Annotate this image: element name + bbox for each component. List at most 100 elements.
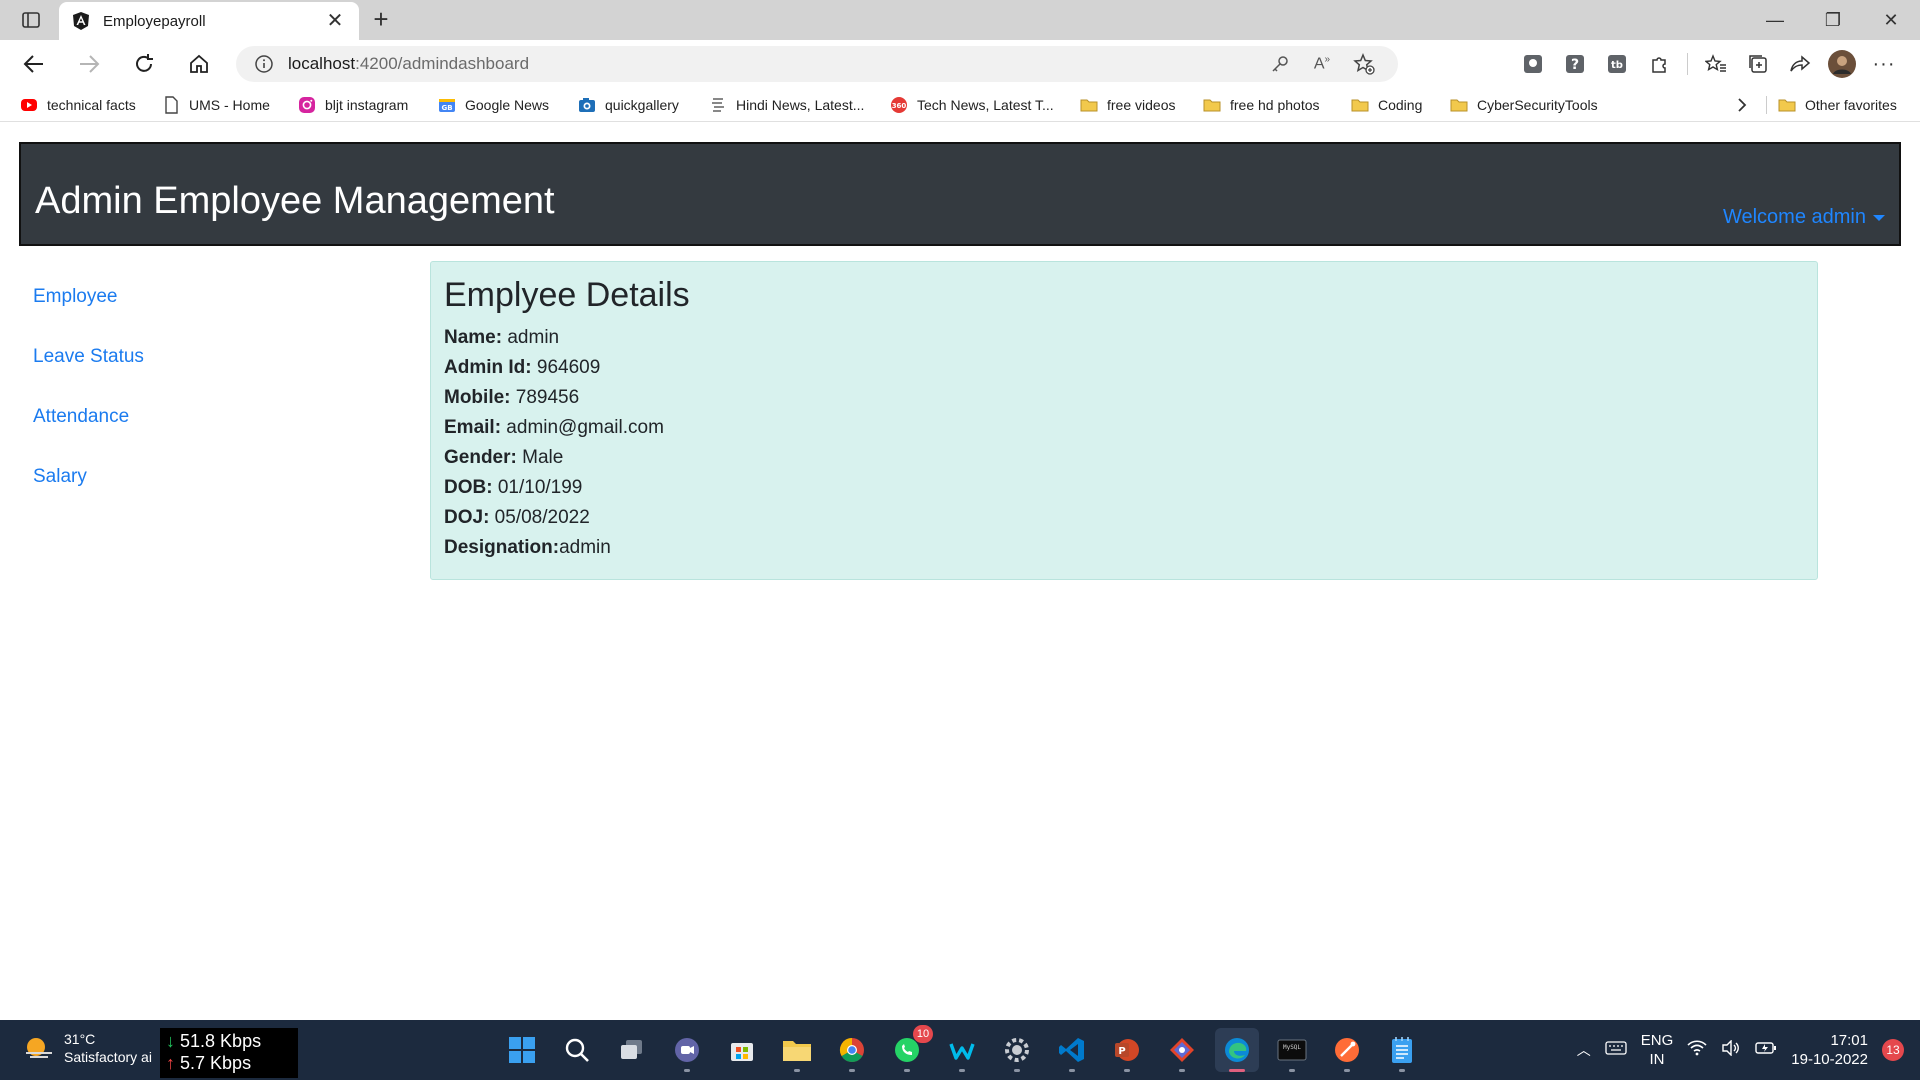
favorites-icon[interactable] [1698,49,1734,79]
language-indicator[interactable]: ENG IN [1641,1031,1674,1069]
sidebar-item-salary[interactable]: Salary [33,465,144,525]
sidebar-item-leave-status[interactable]: Leave Status [33,345,144,405]
bookmark-label: Google News [465,97,550,113]
sidebar-item-attendance[interactable]: Attendance [33,405,144,465]
refresh-icon[interactable] [128,49,160,79]
bookmark-tech-news[interactable]: 360 Tech News, Latest T... [890,94,1054,116]
extension-1-icon[interactable] [1515,49,1551,79]
chevron-up-icon[interactable]: ︿ [1577,1040,1591,1060]
bookmark-coding[interactable]: Coding [1351,94,1422,116]
bookmark-bljt-instagram[interactable]: bljt instagram [298,94,408,116]
terminal-icon[interactable]: MySQL [1270,1028,1314,1072]
tab-actions-icon[interactable] [14,8,48,32]
notepad-icon[interactable] [1380,1028,1424,1072]
add-favorite-icon[interactable] [1346,49,1382,79]
task-view-icon[interactable] [610,1028,654,1072]
detail-label: Gender: [444,447,517,468]
teams-chat-icon[interactable] [665,1028,709,1072]
bookmark-free-videos[interactable]: free videos [1080,94,1175,116]
minimize-icon[interactable]: — [1746,0,1804,40]
extension-tb-icon[interactable]: tb [1599,49,1635,79]
url-text[interactable]: localhost:4200/admindashboard [288,54,529,74]
powerpoint-icon[interactable]: P [1105,1028,1149,1072]
network-speed-meter: ↓ 51.8 Kbps ↑ 5.7 Kbps [160,1028,298,1078]
svg-text:tb: tb [1611,60,1623,71]
running-indicator [1014,1069,1020,1072]
whatsapp-icon[interactable]: 10 [885,1025,933,1072]
bookmark-label: technical facts [47,97,136,113]
more-menu-icon[interactable]: ··· [1866,49,1902,79]
running-indicator [1229,1069,1245,1072]
360-icon: 360 [891,97,907,113]
edge-icon[interactable] [1215,1028,1259,1072]
bookmark-other-favorites[interactable]: Other favorites [1778,94,1897,116]
postman-icon[interactable] [1325,1028,1369,1072]
webex-icon[interactable] [940,1028,984,1072]
bookmark-label: free hd photos [1230,97,1320,113]
bookmark-technical-facts[interactable]: technical facts [20,94,136,116]
settings-gear-icon[interactable] [995,1028,1039,1072]
battery-icon[interactable] [1755,1041,1777,1059]
search-icon[interactable] [555,1028,599,1072]
sidebar-item-employee[interactable]: Employee [33,285,144,345]
site-info-icon[interactable] [254,54,274,74]
svg-text:GB: GB [441,104,452,112]
bookmark-quickgallery[interactable]: quickgallery [578,94,679,116]
bookmark-hindi-news[interactable]: Hindi News, Latest... [709,94,864,116]
bookmark-label: UMS - Home [189,97,270,113]
notification-badge[interactable]: 13 [1882,1039,1904,1061]
detail-label: DOJ: [444,507,490,528]
profile-avatar[interactable] [1824,49,1860,79]
running-indicator [959,1069,965,1072]
user-dropdown[interactable]: Welcome admin [1723,206,1885,229]
folder-icon [1080,99,1098,112]
chrome-icon[interactable] [830,1028,874,1072]
bookmark-free-hd-photos[interactable]: free hd photos [1203,94,1320,116]
volume-icon[interactable] [1721,1039,1741,1060]
bookmark-label: Hindi News, Latest... [736,97,865,113]
home-icon[interactable] [183,49,215,79]
clock[interactable]: 17:01 19-10-2022 [1791,1031,1868,1069]
tab-close-icon[interactable]: ✕ [323,11,347,31]
bookmark-google-news[interactable]: GB Google News [438,94,549,116]
tab-title: Employepayroll [103,12,206,30]
share-icon[interactable] [1782,49,1818,79]
restore-icon[interactable]: ❐ [1804,0,1862,40]
bookmarks-overflow-chevron-icon[interactable] [1735,94,1749,116]
bookmark-ums-home[interactable]: UMS - Home [162,94,270,116]
clock-time: 17:01 [1830,1032,1868,1049]
weather-haze-icon [26,1038,52,1058]
download-speed: 51.8 Kbps [180,1031,262,1051]
web-page: Admin Employee Management Welcome admin … [0,123,1920,1020]
file-explorer-icon[interactable] [775,1028,819,1072]
svg-text:?: ? [1571,57,1579,73]
detail-value: admin@gmail.com [501,417,664,438]
new-tab-button[interactable]: + [366,6,396,34]
microsoft-store-icon[interactable] [720,1028,764,1072]
keyboard-icon[interactable] [1605,1040,1627,1060]
key-icon[interactable] [1262,49,1298,79]
clock-date: 19-10-2022 [1791,1051,1868,1068]
extensions-puzzle-icon[interactable] [1641,49,1677,79]
back-icon[interactable] [18,49,50,79]
read-aloud-icon[interactable]: A» [1304,49,1340,79]
start-windows-icon[interactable] [500,1028,544,1072]
browser-tab-active[interactable]: Employepayroll ✕ [59,2,359,40]
window-close-icon[interactable]: ✕ [1862,0,1920,40]
weather-widget[interactable]: 31°C Satisfactory ai [24,1030,152,1066]
wifi-icon[interactable] [1687,1040,1707,1060]
vscode-icon[interactable] [1050,1028,1094,1072]
extension-help-icon[interactable]: ? [1557,49,1593,79]
forward-icon[interactable] [73,49,105,79]
collections-icon[interactable] [1740,49,1776,79]
app-header: Admin Employee Management Welcome admin [19,142,1901,246]
address-bar[interactable]: localhost:4200/admindashboard [236,46,1398,82]
bookmark-cybersecuritytools[interactable]: CyberSecurityTools [1450,94,1598,116]
git-icon[interactable] [1160,1028,1204,1072]
detail-label: Designation: [444,537,560,558]
detail-value: 964609 [531,357,601,378]
bookmarks-divider [1766,96,1767,114]
download-arrow-icon: ↓ [166,1031,175,1051]
detail-label: Admin Id: [444,357,532,378]
bookmark-label: CyberSecurityTools [1477,97,1598,113]
